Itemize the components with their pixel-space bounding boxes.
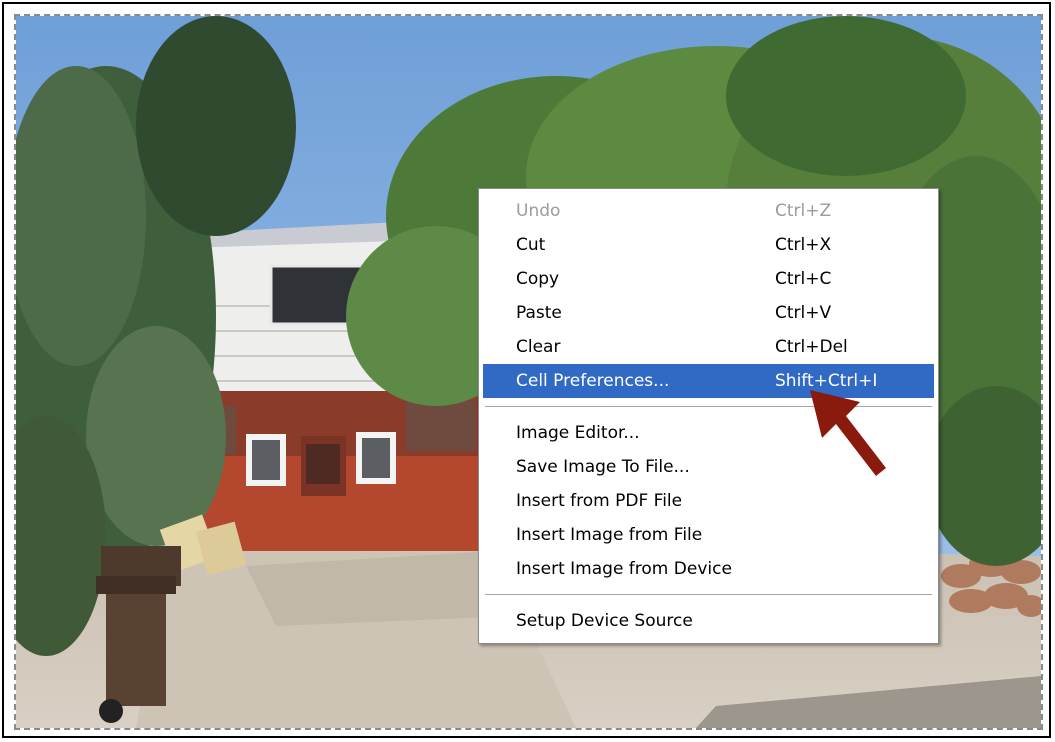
menu-item-undo[interactable]: Undo Ctrl+Z <box>483 194 934 228</box>
menu-item-insert-image-from-device[interactable]: Insert Image from Device <box>483 552 934 586</box>
menu-item-shortcut: Shift+Ctrl+I <box>775 371 878 391</box>
menu-item-label: Insert Image from File <box>516 525 703 545</box>
menu-item-insert-from-pdf-file[interactable]: Insert from PDF File <box>483 484 934 518</box>
menu-item-label: Insert Image from Device <box>516 559 732 579</box>
menu-item-label: Setup Device Source <box>516 611 693 631</box>
menu-item-shortcut: Ctrl+X <box>775 235 832 255</box>
menu-item-shortcut: Ctrl+V <box>775 303 832 323</box>
menu-separator <box>485 594 932 595</box>
menu-item-shortcut: Ctrl+Del <box>775 337 848 357</box>
menu-item-label: Undo <box>516 201 561 221</box>
menu-item-cell-preferences[interactable]: Cell Preferences... Shift+Ctrl+I <box>483 364 934 398</box>
menu-item-label: Clear <box>516 337 561 357</box>
menu-item-paste[interactable]: Paste Ctrl+V <box>483 296 934 330</box>
context-menu: Undo Ctrl+Z Cut Ctrl+X Copy Ctrl+C Paste… <box>478 188 939 644</box>
menu-item-label: Cut <box>516 235 546 255</box>
menu-item-insert-image-from-file[interactable]: Insert Image from File <box>483 518 934 552</box>
menu-item-setup-device-source[interactable]: Setup Device Source <box>483 604 934 638</box>
menu-item-label: Cell Preferences... <box>516 371 670 391</box>
menu-item-image-editor[interactable]: Image Editor... <box>483 416 934 450</box>
menu-item-label: Insert from PDF File <box>516 491 683 511</box>
menu-item-label: Image Editor... <box>516 423 640 443</box>
menu-item-save-image-to-file[interactable]: Save Image To File... <box>483 450 934 484</box>
menu-item-label: Copy <box>516 269 560 289</box>
menu-item-clear[interactable]: Clear Ctrl+Del <box>483 330 934 364</box>
menu-item-label: Save Image To File... <box>516 457 690 477</box>
menu-item-shortcut: Ctrl+Z <box>775 201 832 221</box>
menu-item-label: Paste <box>516 303 562 323</box>
menu-item-shortcut: Ctrl+C <box>775 269 832 289</box>
menu-item-copy[interactable]: Copy Ctrl+C <box>483 262 934 296</box>
menu-item-cut[interactable]: Cut Ctrl+X <box>483 228 934 262</box>
menu-separator <box>485 406 932 407</box>
